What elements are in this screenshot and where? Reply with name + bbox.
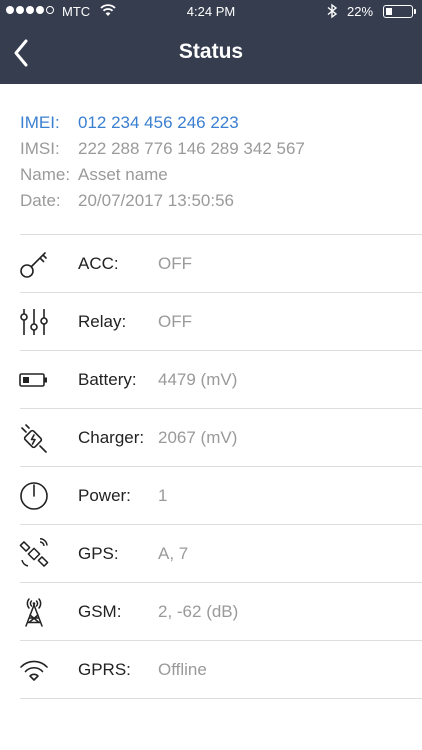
gprs-label: GPRS: [78, 660, 131, 679]
date-row: Date: 20/07/2017 13:50:56 [20, 188, 305, 214]
battery-value: 4479 (mV) [158, 370, 238, 389]
status-row-battery: Battery: 4479 (mV) [0, 351, 422, 409]
app-header: MTC 4:24 PM 22% Status [0, 0, 422, 84]
imei-value[interactable]: 012 234 456 246 223 [78, 110, 239, 136]
charger-plug-icon [21, 424, 47, 453]
imsi-row: IMSI: 222 288 776 146 289 342 567 [20, 136, 305, 162]
bluetooth-icon [327, 3, 338, 19]
acc-value: OFF [158, 254, 192, 273]
battery-percent: 22% [347, 4, 374, 19]
status-row-gprs: GPRS: Offline [0, 641, 422, 699]
antenna-tower-icon [25, 598, 43, 627]
status-row-power: Power: 1 [0, 467, 422, 525]
charger-label: Charger: [78, 428, 145, 447]
device-info: IMEI: 012 234 456 246 223 IMSI: 222 288 … [20, 110, 305, 214]
acc-label: ACC: [78, 254, 119, 273]
imsi-label: IMSI: [20, 139, 60, 158]
status-row-gsm: GSM: 2, -62 (dB) [0, 583, 422, 641]
status-bar: MTC 4:24 PM 22% [0, 0, 422, 24]
battery-icon [19, 373, 47, 387]
divider [20, 698, 422, 699]
battery-label: Battery: [78, 370, 137, 389]
wifi-icon [20, 660, 48, 681]
relay-value: OFF [158, 312, 192, 331]
name-value: Asset name [78, 165, 168, 184]
gprs-value: Offline [158, 660, 207, 679]
relay-label: Relay: [78, 312, 127, 331]
status-row-relay: Relay: OFF [0, 293, 422, 351]
key-icon [20, 252, 47, 278]
sliders-icon [20, 309, 48, 335]
status-row-charger: Charger: 2067 (mV) [0, 409, 422, 467]
imei-row: IMEI: 012 234 456 246 223 [20, 110, 305, 136]
gps-label: GPS: [78, 544, 119, 563]
satellite-icon [19, 538, 49, 567]
page-title: Status [178, 40, 244, 63]
date-label: Date: [20, 191, 61, 210]
power-icon [20, 482, 48, 510]
power-label: Power: [78, 486, 131, 505]
gsm-value: 2, -62 (dB) [158, 602, 239, 621]
imei-label: IMEI: [20, 113, 60, 132]
name-row: Name: Asset name [20, 162, 305, 188]
gsm-label: GSM: [78, 602, 122, 621]
gps-value: A, 7 [158, 544, 189, 563]
charger-value: 2067 (mV) [158, 428, 238, 447]
date-value: 20/07/2017 13:50:56 [78, 191, 234, 210]
battery-status-icon [383, 5, 413, 18]
status-row-acc: ACC: OFF [0, 235, 422, 293]
name-label: Name: [20, 165, 71, 184]
power-value: 1 [158, 486, 168, 505]
status-row-gps: GPS: A, 7 [0, 525, 422, 583]
imsi-value: 222 288 776 146 289 342 567 [78, 139, 305, 158]
